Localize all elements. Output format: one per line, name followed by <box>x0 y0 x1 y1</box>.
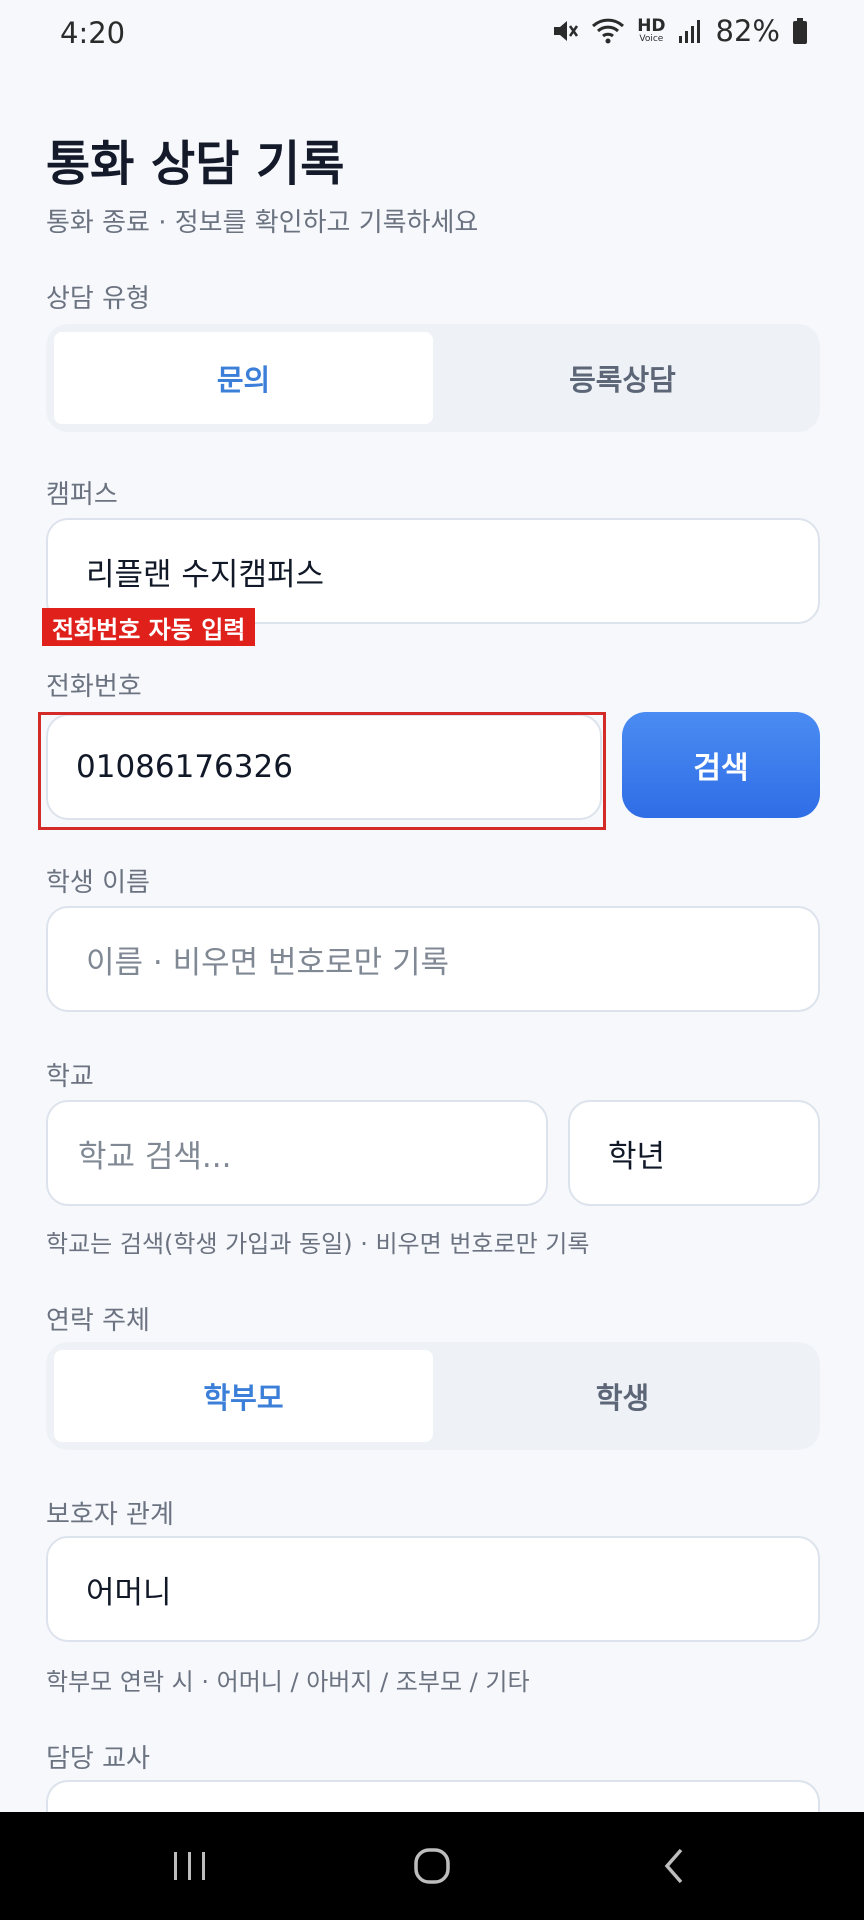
home-button[interactable] <box>392 1812 472 1920</box>
phone-highlight-box <box>38 712 606 830</box>
auto-fill-badge: 전화번호 자동 입력 <box>42 608 256 646</box>
contact-subject-toggle: 학부모 학생 <box>46 1342 820 1450</box>
page-subtitle: 통화 종료 · 정보를 확인하고 기록하세요 <box>46 208 479 238</box>
voice-label: Voice <box>639 34 664 44</box>
hd-label: HD <box>637 16 666 36</box>
search-button[interactable]: 검색 <box>622 712 820 818</box>
status-bar: 4:20 HD Voice 82% <box>0 0 864 72</box>
wifi-icon <box>592 18 625 44</box>
consult-type-enrollment[interactable]: 등록상담 <box>433 332 812 424</box>
student-name-label: 학생 이름 <box>46 868 150 898</box>
page-title: 통화 상담 기록 <box>46 136 345 192</box>
school-hint: 학교는 검색(학생 가입과 동일) · 비우면 번호로만 기록 <box>46 1230 590 1258</box>
contact-subject-student[interactable]: 학생 <box>433 1350 812 1442</box>
consult-type-label: 상담 유형 <box>46 284 150 314</box>
student-name-input[interactable]: 이름 · 비우면 번호로만 기록 <box>46 906 820 1012</box>
consult-type-inquiry[interactable]: 문의 <box>54 332 433 424</box>
back-icon <box>664 1848 683 1884</box>
phone-label: 전화번호 <box>46 672 142 702</box>
home-icon <box>414 1848 450 1884</box>
teacher-label: 담당 교사 <box>46 1744 150 1774</box>
hd-voice-icon: HD Voice <box>637 18 665 44</box>
guardian-label: 보호자 관계 <box>46 1500 174 1530</box>
status-icons: HD Voice 82% <box>551 14 808 48</box>
guardian-hint: 학부모 연락 시 · 어머니 / 아버지 / 조부모 / 기타 <box>46 1668 530 1696</box>
nav-bar <box>0 1812 864 1920</box>
mute-icon <box>554 21 579 41</box>
battery-icon <box>793 18 807 44</box>
school-search-input[interactable]: 학교 검색... <box>46 1100 548 1206</box>
contact-subject-label: 연락 주체 <box>46 1306 150 1336</box>
signal-icon <box>678 20 700 43</box>
grade-select[interactable]: 학년 <box>568 1100 820 1206</box>
school-label: 학교 <box>46 1062 94 1092</box>
recent-apps-button[interactable] <box>150 1812 230 1920</box>
consult-type-toggle: 문의 등록상담 <box>46 324 820 432</box>
battery-percent: 82% <box>715 14 780 48</box>
recent-apps-icon <box>174 1852 205 1880</box>
campus-label: 캠퍼스 <box>46 480 118 510</box>
guardian-field[interactable]: 어머니 <box>46 1536 820 1642</box>
contact-subject-parent[interactable]: 학부모 <box>54 1350 433 1442</box>
back-button[interactable] <box>634 1812 714 1920</box>
status-time: 4:20 <box>60 16 126 50</box>
